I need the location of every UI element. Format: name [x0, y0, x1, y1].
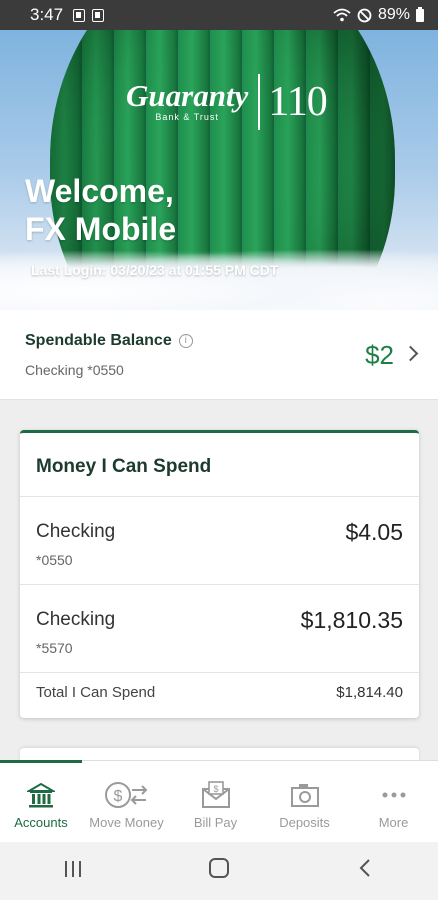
info-icon[interactable]: i	[178, 334, 193, 348]
svg-text:$: $	[113, 788, 122, 805]
logo-subtitle: Bank & Trust	[155, 112, 219, 122]
nav-label: Move Money	[89, 815, 164, 830]
total-value: $1,814.40	[336, 684, 403, 701]
welcome-heading: Welcome, FX Mobile	[25, 172, 176, 248]
chevron-right-icon[interactable]	[402, 345, 419, 362]
spendable-balance-label: Spendable Balance	[25, 332, 172, 349]
bottom-navigation: Accounts $ Move Money $ Bill Pay Deposit…	[0, 760, 438, 842]
nav-move-money[interactable]: $ Move Money	[82, 761, 171, 842]
spendable-amount: $2	[365, 340, 394, 370]
account-balance: $1,810.35	[300, 607, 403, 633]
welcome-line-2: FX Mobile	[25, 211, 177, 247]
nav-label: Deposits	[279, 815, 330, 830]
recent-apps-icon	[65, 861, 81, 877]
do-not-disturb-icon	[357, 8, 372, 22]
logo-divider	[258, 74, 261, 130]
status-bar: 3:47 89%	[0, 0, 438, 30]
status-time: 3:47	[30, 5, 64, 24]
nav-deposits[interactable]: Deposits	[260, 761, 349, 842]
bank-logo: Guaranty Bank & Trust 110	[126, 74, 328, 130]
nav-more[interactable]: More	[349, 761, 438, 842]
camera-icon	[290, 784, 319, 807]
account-number: *5570	[36, 640, 73, 656]
home-button[interactable]	[189, 857, 249, 885]
transfer-icon: $	[104, 782, 147, 808]
spendable-balance-title: Spendable Balance i	[25, 332, 193, 350]
recent-apps-button[interactable]	[43, 858, 103, 884]
money-i-can-spend-card: Money I Can Spend Checking *0550 $4.05 C…	[20, 430, 419, 718]
home-icon	[209, 858, 229, 878]
account-row[interactable]: Checking *0550 $4.05	[20, 497, 419, 585]
account-name: Checking	[36, 609, 116, 630]
back-button[interactable]	[335, 858, 395, 884]
bill-envelope-icon: $	[201, 781, 230, 808]
nav-label: Bill Pay	[193, 815, 238, 830]
more-dots-icon	[382, 792, 405, 798]
account-number: *0550	[36, 552, 73, 568]
account-balance: $4.05	[345, 519, 403, 545]
notification-icon	[92, 8, 105, 22]
logo-brand: Guaranty	[126, 78, 249, 113]
system-navigation-bar	[0, 842, 438, 900]
notification-icon	[73, 8, 86, 22]
last-login-text: Last Login: 03/20/23 at 01:55 PM CDT	[31, 262, 279, 278]
nav-label: Accounts	[14, 815, 68, 830]
spendable-balance-row[interactable]: Spendable Balance i Checking *0550 $2	[0, 310, 438, 400]
bank-icon	[27, 782, 55, 808]
wifi-icon	[333, 8, 351, 22]
nav-label: More	[378, 815, 409, 830]
clouds-image	[0, 250, 438, 310]
total-label: Total I Can Spend	[36, 684, 156, 701]
hero-banner: Guaranty Bank & Trust 110 Welcome, FX Mo…	[0, 30, 438, 310]
account-name: Checking	[36, 521, 116, 542]
total-row: Total I Can Spend $1,814.40	[20, 673, 419, 713]
battery-percent: 89%	[377, 6, 410, 23]
welcome-line-1: Welcome,	[25, 173, 174, 209]
nav-bill-pay[interactable]: $ Bill Pay	[171, 761, 260, 842]
nav-accounts[interactable]: Accounts	[0, 760, 82, 842]
spendable-account: Checking *0550	[25, 362, 124, 378]
svg-text:$: $	[213, 784, 218, 794]
card-title: Money I Can Spend	[20, 433, 419, 497]
back-icon	[359, 859, 370, 877]
account-row[interactable]: Checking *5570 $1,810.35	[20, 585, 419, 673]
logo-number: 110	[268, 79, 327, 125]
battery-icon	[416, 6, 424, 22]
